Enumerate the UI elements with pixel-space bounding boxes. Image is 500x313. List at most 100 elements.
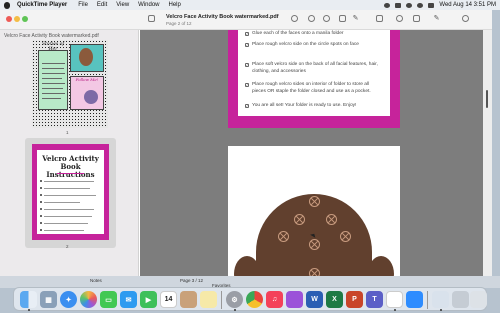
quicktime-player-icon[interactable] bbox=[386, 291, 403, 308]
thumbnail-checkbox bbox=[40, 208, 42, 210]
velcro-spot-icon bbox=[309, 196, 320, 207]
background-notes-label: Notes bbox=[90, 278, 102, 283]
battery-icon[interactable] bbox=[395, 2, 402, 8]
menu-app-name[interactable]: QuickTime Player bbox=[17, 2, 67, 8]
facetime-icon[interactable]: ▶ bbox=[140, 291, 157, 308]
zoom-in-icon[interactable] bbox=[323, 15, 330, 22]
chrome-icon[interactable] bbox=[246, 291, 263, 308]
close-window-button[interactable] bbox=[6, 16, 12, 22]
checklist-text: You are all set! Your folder is ready to… bbox=[252, 103, 357, 108]
page-face-template bbox=[228, 146, 400, 286]
page-instructions-border: ✓ Glue each of the faces onto a manila f… bbox=[228, 30, 400, 128]
apple-menu-icon[interactable] bbox=[4, 1, 10, 9]
checklist-text: Place soft velcro side on the back of al… bbox=[252, 62, 378, 74]
info-icon[interactable] bbox=[291, 15, 298, 22]
menu-clock[interactable]: Wed Aug 14 3:51 PM bbox=[439, 2, 496, 8]
word-icon[interactable]: W bbox=[306, 291, 323, 308]
running-indicator bbox=[28, 309, 30, 311]
checklist-text: Place rough velcro sides on interior of … bbox=[252, 82, 371, 94]
control-center-icon[interactable] bbox=[428, 2, 435, 8]
menu-file[interactable]: File bbox=[78, 2, 88, 8]
wifi-icon[interactable] bbox=[406, 2, 413, 8]
safari-icon[interactable]: ✦ bbox=[60, 291, 77, 308]
system-settings-icon[interactable]: ⚙ bbox=[226, 291, 243, 308]
rotate-icon[interactable] bbox=[376, 15, 383, 22]
search-icon[interactable] bbox=[417, 2, 424, 8]
head-illustration bbox=[256, 194, 372, 286]
thumbnail-text-line bbox=[44, 202, 80, 203]
photos-icon[interactable] bbox=[80, 291, 97, 308]
minimize-window-button[interactable] bbox=[14, 16, 20, 22]
thumbnail-1-title: Stories of Her bbox=[42, 42, 64, 52]
background-page-label: Page 3 / 12 bbox=[180, 278, 204, 283]
page-thumbnail-2[interactable]: Velcro Activity Book Instructions bbox=[32, 144, 109, 240]
toolbar-more-icon[interactable] bbox=[413, 15, 420, 22]
menu-window[interactable]: Window bbox=[138, 2, 159, 8]
thumbnail-text-line bbox=[42, 78, 62, 79]
velcro-spot-icon bbox=[340, 231, 351, 242]
thumbnail-text-line bbox=[44, 181, 94, 182]
contacts-icon[interactable] bbox=[180, 291, 197, 308]
zoom-window-button[interactable] bbox=[22, 16, 28, 22]
music-icon[interactable]: ♫ bbox=[266, 291, 283, 308]
thumbnail-sidebar: Velcro Face Activity Book watermarked.pd… bbox=[0, 30, 139, 286]
checklist-item: ✓ Place rough velcro side on the circle … bbox=[245, 42, 383, 49]
preview-icon[interactable] bbox=[432, 291, 449, 308]
checklist-item: ✓ Place soft velcro side on the back of … bbox=[245, 62, 383, 75]
running-indicator bbox=[440, 309, 442, 311]
thumbnail-checkbox bbox=[40, 180, 42, 182]
page-thumbnail-1[interactable]: Stories of Her Follow Me! bbox=[32, 40, 108, 128]
document-view[interactable]: ✓ Glue each of the faces onto a manila f… bbox=[140, 30, 483, 286]
checklist-item: ✓ Place rough velcro sides on interior o… bbox=[245, 82, 383, 95]
markup-pen-icon[interactable]: ✎ bbox=[352, 15, 359, 22]
launchpad-icon[interactable]: ▦ bbox=[40, 291, 57, 308]
thumbnail-purple-circle bbox=[84, 90, 98, 104]
thumbnail-text-line bbox=[42, 83, 65, 84]
title-bar: Velcro Face Activity Book watermarked.pd… bbox=[0, 10, 492, 30]
finder-icon[interactable] bbox=[20, 291, 37, 308]
velcro-spot-icon bbox=[326, 214, 337, 225]
thumbnail-green-panel bbox=[38, 50, 68, 110]
sidebar-document-label: Velcro Face Activity Book watermarked.pd… bbox=[4, 33, 99, 39]
menu-view[interactable]: View bbox=[116, 2, 129, 8]
scrollbar-thumb[interactable] bbox=[486, 90, 488, 108]
menu-help[interactable]: Help bbox=[169, 2, 181, 8]
checklist-item: ✓ You are all set! Your folder is ready … bbox=[245, 103, 383, 110]
velcro-spot-icon bbox=[278, 231, 289, 242]
menu-edit[interactable]: Edit bbox=[97, 2, 107, 8]
velcro-spot-icon bbox=[294, 214, 305, 225]
checkbox-icon: ✓ bbox=[245, 43, 249, 47]
messages-icon[interactable]: ▭ bbox=[100, 291, 117, 308]
notes-icon[interactable] bbox=[200, 291, 217, 308]
thumbnail-text-line bbox=[42, 93, 65, 94]
downloads-folder-icon[interactable] bbox=[452, 291, 469, 308]
running-indicator bbox=[234, 309, 236, 311]
zoom-out-icon[interactable] bbox=[308, 15, 315, 22]
scrollbar-track[interactable] bbox=[483, 30, 492, 286]
mail-icon[interactable]: ✉ bbox=[120, 291, 137, 308]
thumbnail-1-pink-title: Follow Me! bbox=[75, 77, 99, 82]
teams-icon[interactable]: T bbox=[366, 291, 383, 308]
thumbnail-text-line bbox=[44, 188, 90, 189]
highlight-icon[interactable] bbox=[396, 15, 403, 22]
trash-icon[interactable] bbox=[470, 291, 487, 308]
document-page-count: Page 2 of 12 bbox=[166, 21, 192, 26]
thumbnail-text-line bbox=[44, 216, 92, 217]
excel-icon[interactable]: X bbox=[326, 291, 343, 308]
page-number-1: 1 bbox=[66, 130, 69, 135]
powerpoint-icon[interactable]: P bbox=[346, 291, 363, 308]
checkbox-icon: ✓ bbox=[245, 63, 249, 67]
podcasts-icon[interactable] bbox=[286, 291, 303, 308]
calendar-day: 14 bbox=[164, 296, 173, 303]
thumbnail-text-line bbox=[42, 88, 63, 89]
calendar-icon[interactable]: 14 bbox=[160, 291, 177, 308]
thumbnail-text-line bbox=[42, 63, 65, 64]
share-icon[interactable] bbox=[339, 15, 346, 22]
zoom-icon[interactable] bbox=[406, 291, 423, 308]
markup-toolbar-icon[interactable]: ✎ bbox=[433, 15, 440, 22]
checkbox-icon: ✓ bbox=[245, 32, 249, 36]
thumbnail-checkbox bbox=[40, 187, 42, 189]
sidebar-toggle-icon[interactable] bbox=[148, 15, 155, 22]
status-icon[interactable] bbox=[384, 2, 391, 8]
search-icon[interactable] bbox=[462, 15, 469, 22]
